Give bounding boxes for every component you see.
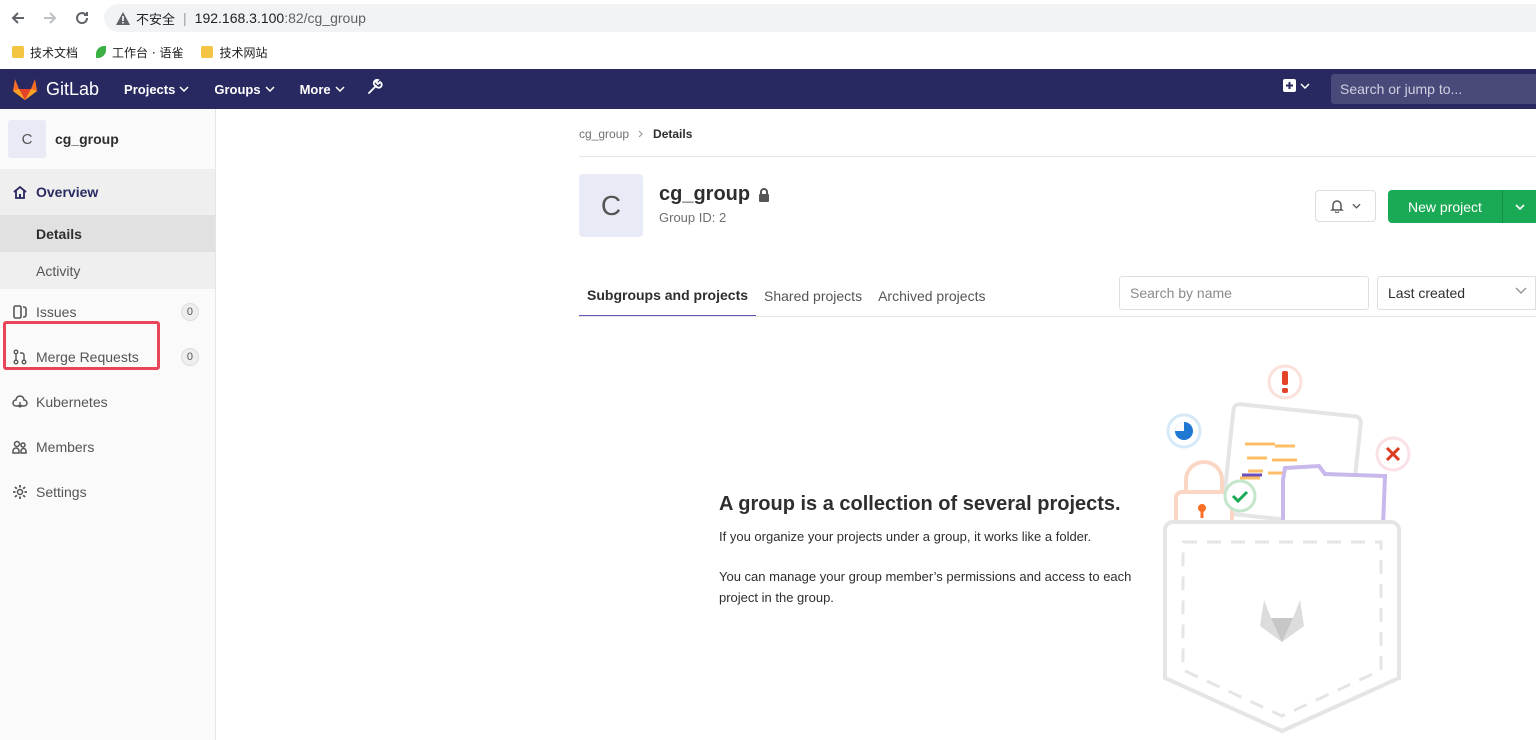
- bell-icon: [1330, 200, 1344, 213]
- empty-state-title: A group is a collection of several proje…: [719, 493, 1121, 515]
- tab-shared-projects[interactable]: Shared projects: [756, 275, 870, 317]
- bookmark-label: 工作台 · 语雀: [112, 45, 184, 60]
- lock-icon: [759, 187, 770, 202]
- issues-count-badge: 0: [180, 303, 199, 321]
- sidebar-group-name: cg_group: [55, 131, 119, 147]
- settings-icon: [13, 484, 27, 499]
- sidebar-item-kubernetes[interactable]: Kubernetes: [0, 379, 215, 424]
- sidebar-context-header[interactable]: C cg_group: [0, 109, 215, 169]
- yuque-leaf-icon: [96, 46, 107, 58]
- chevron-right-icon: [638, 130, 643, 138]
- chevron-down-icon: [179, 86, 189, 92]
- sidebar-subitem-label: Details: [36, 225, 82, 242]
- new-project-dropdown-toggle[interactable]: [1503, 203, 1536, 210]
- plus-square-icon: [1283, 79, 1296, 92]
- group-avatar: C: [8, 120, 46, 158]
- tab-archived-projects[interactable]: Archived projects: [870, 275, 993, 317]
- global-search-placeholder: Search or jump to...: [1340, 81, 1463, 97]
- chevron-down-icon: [1300, 82, 1310, 89]
- bookmark-label: 技术文档: [30, 45, 79, 60]
- wrench-icon: [367, 78, 383, 94]
- sidebar-item-members[interactable]: Members: [0, 424, 215, 469]
- reload-icon: [76, 12, 89, 25]
- sort-dropdown[interactable]: Last created: [1377, 276, 1536, 310]
- browser-address-bar: 不安全 | 192.168.3.100 :82/cg_group: [0, 0, 1536, 36]
- folder-icon: [12, 46, 24, 58]
- sidebar-item-label: Members: [36, 438, 95, 455]
- url-host: 192.168.3.100: [194, 10, 285, 26]
- group-avatar-large: C: [579, 174, 643, 237]
- breadcrumb-group-link[interactable]: cg_group: [579, 127, 629, 141]
- gitlab-tanuki-icon: [13, 79, 37, 100]
- warning-icon: [116, 11, 130, 25]
- merge-requests-count-badge: 0: [180, 348, 199, 366]
- nav-groups-label: Groups: [214, 81, 261, 97]
- nav-more[interactable]: More: [300, 82, 345, 97]
- gitlab-logo[interactable]: GitLab: [12, 77, 99, 101]
- sidebar-subitem-activity[interactable]: Activity: [0, 252, 215, 289]
- gitlab-top-nav: GitLab Projects Groups More Search or ju…: [0, 69, 1536, 109]
- chevron-down-icon: [1352, 203, 1361, 209]
- divider: [579, 156, 1536, 157]
- sidebar-item-label: Settings: [36, 483, 87, 500]
- members-icon: [12, 440, 27, 454]
- group-id: Group ID: 2: [659, 210, 727, 225]
- issues-icon: [13, 304, 27, 319]
- nav-projects[interactable]: Projects: [124, 82, 189, 97]
- sidebar-item-overview[interactable]: Overview: [0, 169, 215, 215]
- chevron-down-icon: [1514, 203, 1525, 210]
- breadcrumb-current[interactable]: Details: [653, 127, 692, 141]
- group-sidebar: C cg_group Overview Details Activity Iss…: [0, 109, 216, 740]
- back-arrow-icon: [11, 12, 24, 24]
- sidebar-subitem-details[interactable]: Details: [0, 215, 215, 252]
- sort-dropdown-value: Last created: [1388, 285, 1466, 301]
- sidebar-item-settings[interactable]: Settings: [0, 469, 215, 514]
- back-button[interactable]: [7, 7, 29, 29]
- chevron-down-icon: [265, 86, 275, 92]
- url-separator: |: [183, 10, 187, 26]
- nav-groups[interactable]: Groups: [214, 81, 275, 97]
- search-by-name-placeholder: Search by name: [1130, 285, 1232, 301]
- members-highlight-annotation: [3, 321, 160, 370]
- empty-state-text: You can manage your group member’s permi…: [719, 569, 1132, 605]
- forward-button[interactable]: [39, 7, 61, 29]
- tab-subgroups-and-projects[interactable]: Subgroups and projects: [579, 275, 757, 317]
- insecure-label: 不安全: [136, 12, 176, 28]
- sidebar-item-label: Issues: [36, 303, 77, 320]
- search-by-name-input[interactable]: Search by name: [1119, 276, 1369, 310]
- sidebar-item-overview-label: Overview: [36, 184, 99, 200]
- sidebar-subitem-label: Activity: [36, 262, 81, 279]
- divider: [579, 316, 1536, 317]
- url-path: :82/cg_group: [284, 10, 366, 26]
- bookmarks-bar: 技术文档 工作台 · 语雀 技术网站: [0, 36, 1536, 68]
- bookmark-item[interactable]: 技术网站: [201, 44, 267, 61]
- nav-projects-label: Projects: [124, 81, 176, 97]
- breadcrumb: cg_group Details: [579, 127, 692, 141]
- bookmark-label: 技术网站: [219, 45, 268, 60]
- notification-settings-button[interactable]: [1315, 190, 1376, 222]
- group-name: cg_group: [659, 183, 751, 205]
- empty-group-illustration: [1163, 364, 1411, 734]
- group-title: cg_group: [659, 183, 770, 206]
- new-dropdown-button[interactable]: [1283, 79, 1310, 92]
- bookmark-item[interactable]: 工作台 · 语雀: [96, 44, 183, 61]
- chevron-down-icon: [1515, 287, 1527, 295]
- bookmark-item[interactable]: 技术文档: [12, 44, 78, 61]
- new-project-button-group: New project: [1388, 190, 1536, 223]
- chevron-down-icon: [335, 86, 345, 92]
- forward-arrow-icon: [44, 12, 57, 24]
- kubernetes-icon: [12, 394, 28, 408]
- folder-icon: [201, 46, 214, 58]
- admin-area-button[interactable]: [367, 78, 383, 100]
- sidebar-item-label: Kubernetes: [36, 393, 108, 410]
- reload-button[interactable]: [71, 7, 93, 29]
- brand-name: GitLab: [46, 78, 100, 99]
- empty-state-text: If you organize your projects under a gr…: [719, 529, 1092, 544]
- global-search-input[interactable]: Search or jump to...: [1331, 74, 1536, 104]
- url-field[interactable]: 不安全 | 192.168.3.100 :82/cg_group: [104, 4, 1536, 32]
- new-project-button[interactable]: New project: [1388, 199, 1502, 215]
- group-tabs: Subgroups and projects Shared projects A…: [579, 275, 993, 317]
- home-icon: [13, 185, 27, 199]
- nav-more-label: More: [299, 81, 331, 97]
